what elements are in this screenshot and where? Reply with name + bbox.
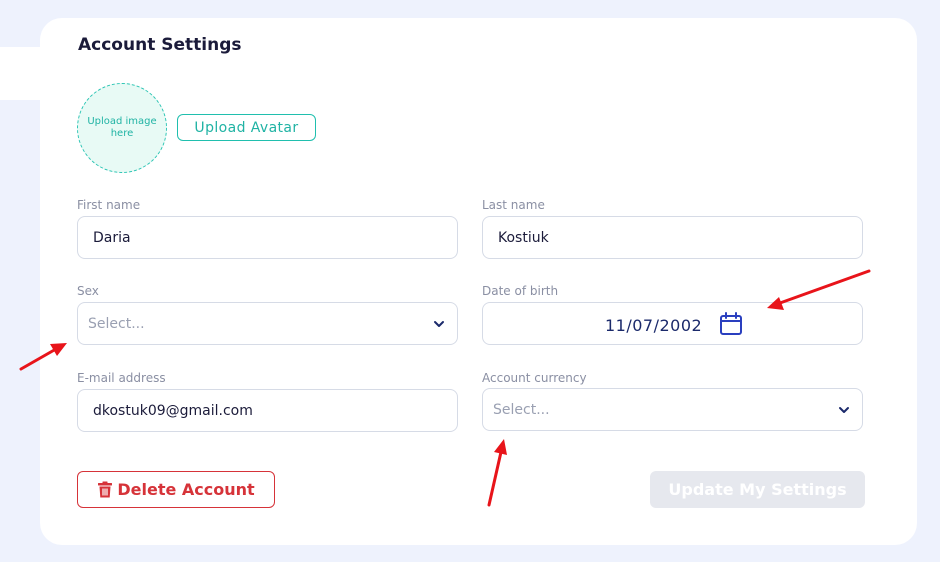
first-name-field[interactable]: Daria <box>77 216 458 259</box>
avatar-placeholder-text: Upload image here <box>87 116 157 139</box>
upload-avatar-button[interactable]: Upload Avatar <box>177 114 316 141</box>
email-label: E-mail address <box>77 371 166 385</box>
email-value: dkostuk09@gmail.com <box>93 403 253 419</box>
side-panel-edge <box>0 47 42 100</box>
account-settings-card: Account Settings Upload image here Uploa… <box>40 18 917 545</box>
email-field[interactable]: dkostuk09@gmail.com <box>77 389 458 432</box>
date-of-birth-value: 11/07/2002 <box>605 316 703 335</box>
update-settings-button: Update My Settings <box>650 471 865 508</box>
sex-placeholder: Select... <box>88 316 145 332</box>
calendar-icon[interactable] <box>719 312 743 336</box>
first-name-value: Daria <box>93 230 131 246</box>
delete-account-button[interactable]: Delete Account <box>77 471 275 508</box>
first-name-label: First name <box>77 198 141 212</box>
account-currency-select[interactable]: Select... <box>482 388 863 431</box>
account-currency-label: Account currency <box>482 371 587 385</box>
page-title: Account Settings <box>78 35 242 55</box>
chevron-down-icon <box>839 407 849 413</box>
delete-account-label: Delete Account <box>117 480 255 499</box>
sex-label: Sex <box>77 284 99 298</box>
account-currency-placeholder: Select... <box>493 402 550 418</box>
last-name-field[interactable]: Kostiuk <box>482 216 863 259</box>
date-of-birth-field[interactable]: 11/07/2002 <box>482 302 863 345</box>
last-name-value: Kostiuk <box>498 230 549 246</box>
trash-icon <box>98 481 113 498</box>
avatar-upload-dropzone[interactable]: Upload image here <box>77 83 167 173</box>
sex-select[interactable]: Select... <box>77 302 458 345</box>
date-of-birth-label: Date of birth <box>482 284 559 298</box>
chevron-down-icon <box>434 321 444 327</box>
last-name-label: Last name <box>482 198 545 212</box>
